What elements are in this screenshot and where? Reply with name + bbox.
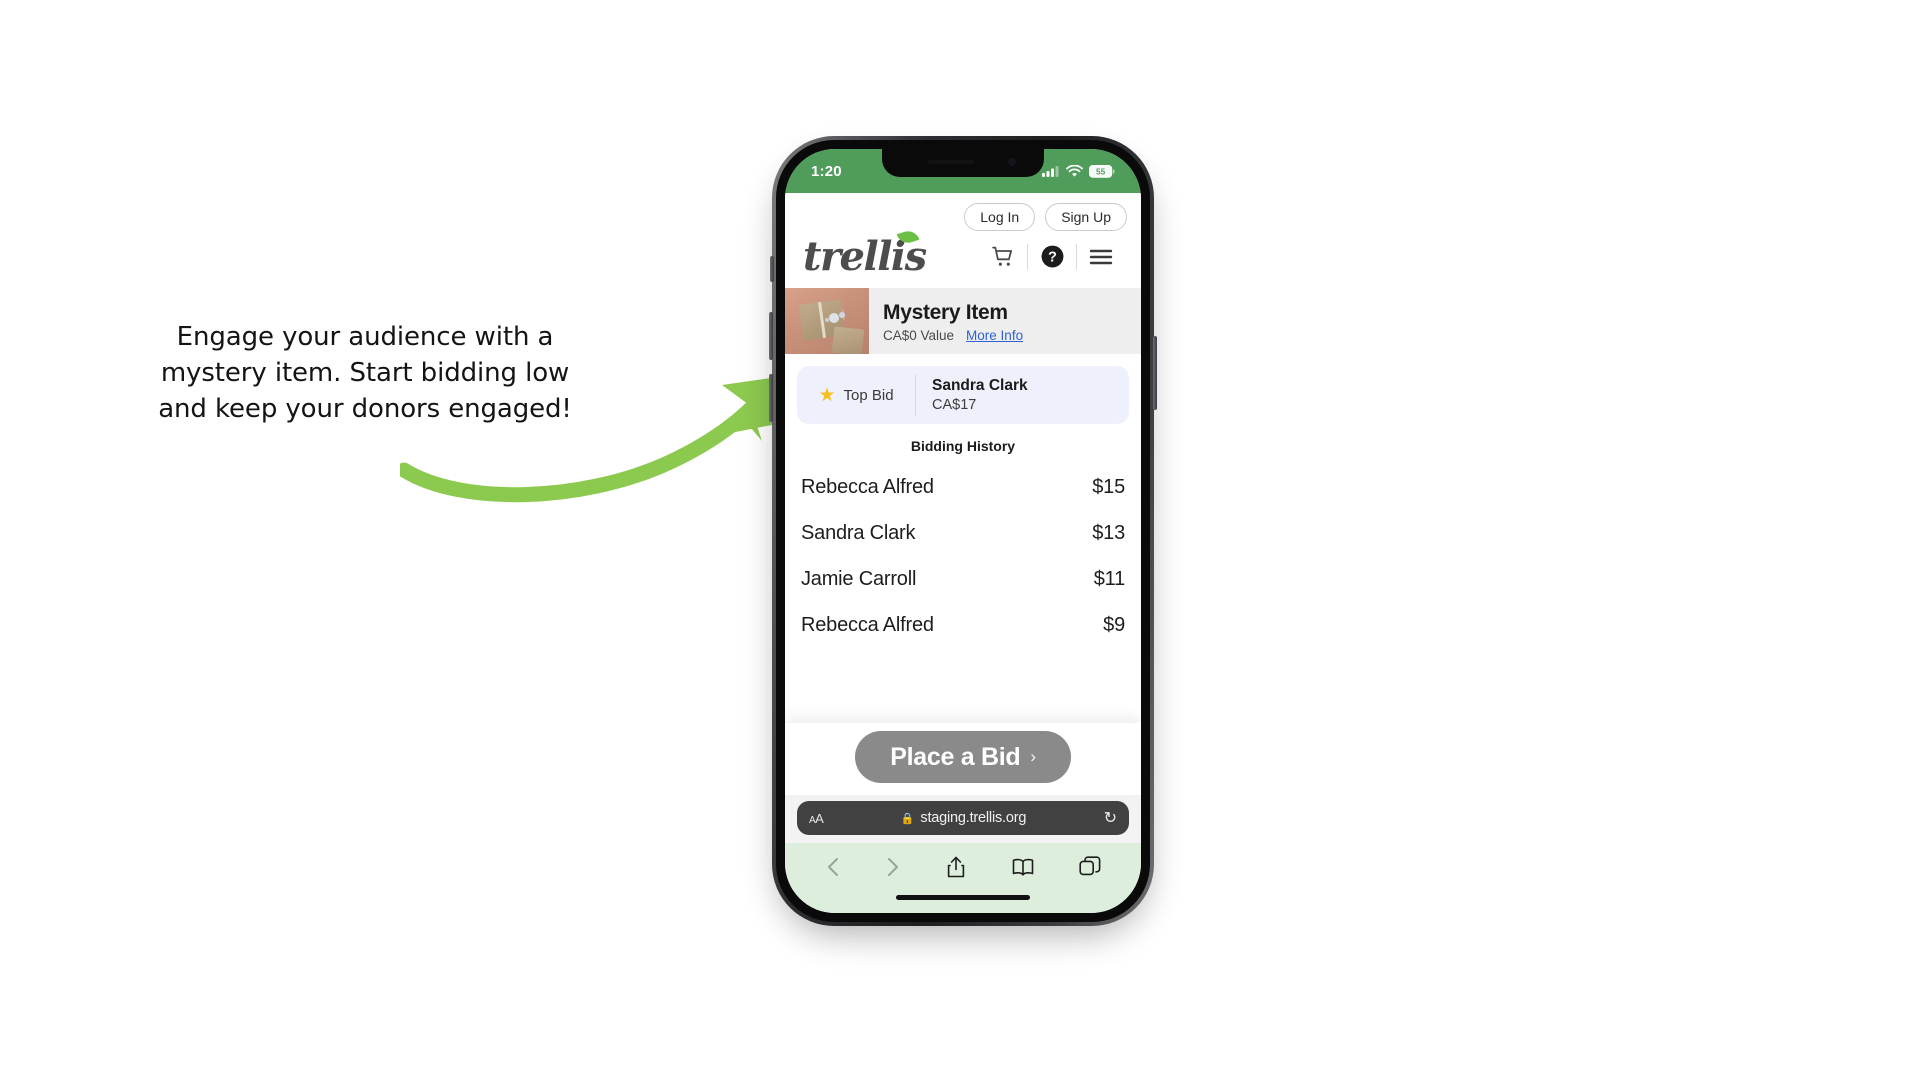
table-row: Rebecca Alfred $15 [801,464,1125,510]
bid-amount: $13 [1092,521,1125,544]
bidder-name: Rebecca Alfred [801,475,934,498]
status-indicators: 55 [1042,164,1115,178]
chevron-right-icon: › [1030,747,1036,766]
help-icon[interactable]: ? [1028,244,1076,269]
star-icon: ★ [818,384,836,406]
nav-icon-group: ? [979,243,1125,270]
top-bid-badge: ★ Top Bid [797,366,915,424]
phone-mockup: 1:20 55 Log In Sign Up trellis ? Mystery… [769,136,1157,926]
table-row: Sandra Clark $13 [801,510,1125,556]
volume-down-button[interactable] [769,374,773,422]
item-value: CA$0 Value [883,328,955,344]
bid-amount: $15 [1092,475,1125,498]
top-bid-label: Top Bid [843,386,894,404]
item-subline: CA$0 Value More Info [883,328,1131,343]
home-indicator-area [785,891,1141,913]
status-bar: 1:20 55 [785,149,1141,193]
auth-buttons: Log In Sign Up [785,199,1141,231]
bookmarks-button[interactable] [1011,856,1035,878]
item-meta: Mystery Item CA$0 Value More Info [869,288,1141,354]
volume-up-button[interactable] [769,312,773,360]
top-bid-section: ★ Top Bid Sandra Clark CA$17 [785,354,1141,424]
place-a-bid-button[interactable]: Place a Bid › [855,731,1071,783]
green-arrow-icon [400,377,778,503]
bidder-name: Sandra Clark [801,521,916,544]
browser-url-bar[interactable]: AAAA 🔒 staging.trellis.org ↻ [797,801,1129,835]
site-header: Log In Sign Up trellis ? [785,193,1141,288]
gift-knot [828,313,839,324]
share-button[interactable] [945,855,967,879]
bid-amount: $11 [1093,567,1125,590]
cellular-signal-icon [1042,166,1059,177]
item-thumbnail[interactable] [785,288,869,354]
annotation-line-1: Engage your audience with a [176,322,554,352]
menu-icon[interactable] [1077,247,1125,267]
bidding-history: Bidding History Rebecca Alfred $15 Sandr… [785,424,1141,723]
table-row: Jamie Carroll $11 [801,556,1125,602]
url-display[interactable]: 🔒 staging.trellis.org [823,810,1103,826]
cta-bar: Place a Bid › [785,723,1141,795]
power-button[interactable] [1153,336,1157,410]
top-bid-amount: CA$17 [932,396,977,413]
phone-body: 1:20 55 Log In Sign Up trellis ? Mystery… [776,140,1150,922]
text-size-button[interactable]: AAAA [809,811,824,826]
bidder-name: Jamie Carroll [801,567,917,590]
silent-switch[interactable] [770,256,774,282]
log-in-button[interactable]: Log In [964,203,1036,231]
battery-icon: 55 [1089,164,1115,178]
bidding-history-title: Bidding History [910,438,1016,454]
item-title: Mystery Item [883,300,1008,324]
browser-toolbar [785,843,1141,891]
tabs-button[interactable] [1079,856,1101,878]
browser-url-bar-container: AAAA 🔒 staging.trellis.org ↻ [785,795,1141,843]
bid-amount: $9 [1103,613,1125,636]
table-row: Rebecca Alfred $9 [801,602,1125,648]
phone-screen: 1:20 55 Log In Sign Up trellis ? Mystery… [785,149,1141,913]
forward-button[interactable] [885,855,901,879]
slide-canvas: Engage your audience with a mystery item… [0,0,1920,1080]
reload-icon[interactable]: ↻ [1104,808,1117,828]
bidder-name: Rebecca Alfred [801,613,934,636]
status-time: 1:20 [811,162,842,180]
wifi-icon [1066,164,1083,177]
battery-level-text: 55 [1096,167,1106,176]
phone-notch [882,149,1044,177]
item-banner: Mystery Item CA$0 Value More Info [785,288,1141,354]
svg-text:?: ? [1048,250,1057,266]
trellis-logo[interactable]: trellis [803,228,927,280]
gift-box-secondary [831,326,865,354]
top-bidder-name: Sandra Clark [932,377,1028,395]
front-camera [1008,158,1016,166]
speaker-grille [928,160,974,164]
top-bid-card: ★ Top Bid Sandra Clark CA$17 [797,366,1129,424]
more-info-link[interactable]: More Info [966,328,1023,343]
phone-frame: 1:20 55 Log In Sign Up trellis ? Mystery… [769,136,1157,926]
lock-icon: 🔒 [900,812,915,825]
cart-icon[interactable] [979,244,1027,269]
sign-up-button[interactable]: Sign Up [1045,203,1127,231]
home-indicator[interactable] [896,895,1030,900]
place-a-bid-label: Place a Bid [890,742,1021,771]
url-text: staging.trellis.org [920,810,1027,826]
gift-ribbon [818,301,826,339]
top-bidder: Sandra Clark CA$17 [916,366,1129,424]
back-button[interactable] [825,855,841,879]
brand-row: trellis ? [785,228,1141,280]
